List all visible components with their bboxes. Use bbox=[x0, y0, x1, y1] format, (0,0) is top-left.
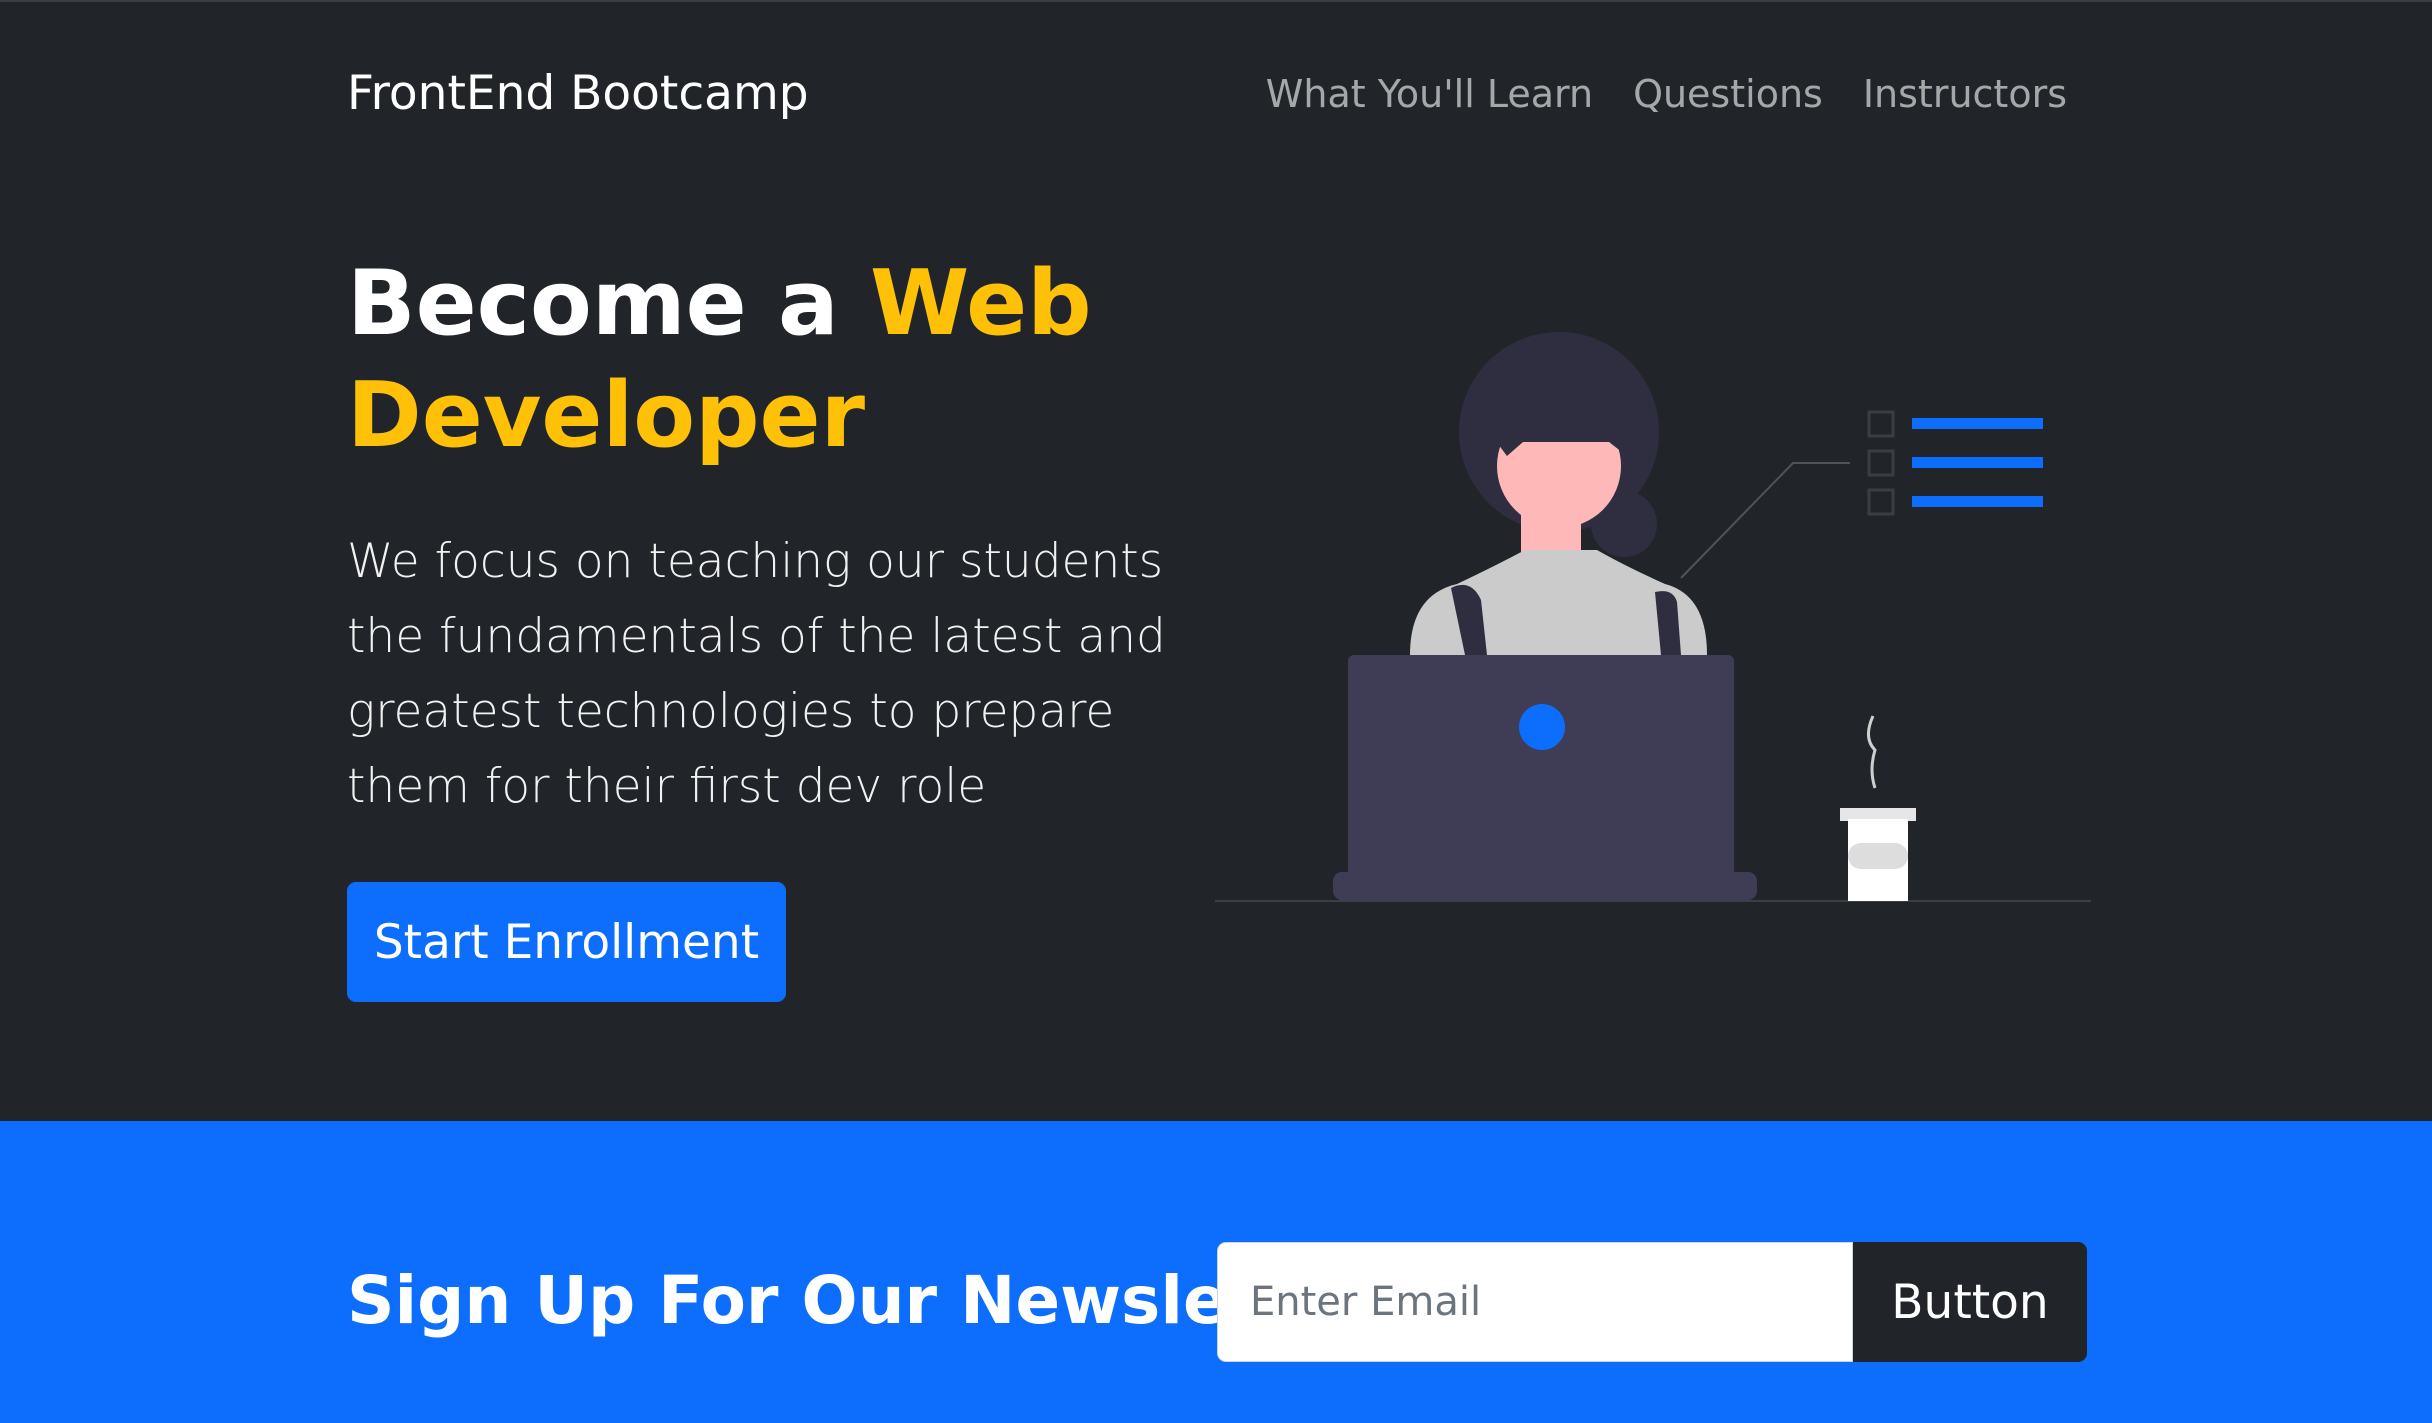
newsletter-form: Button bbox=[1217, 1242, 2087, 1362]
hero-headline: Become a Web Developer bbox=[347, 248, 1107, 472]
hero-section: FrontEnd Bootcamp What You'll Learn Ques… bbox=[0, 0, 2432, 1121]
newsletter-title: Sign Up For Our Newsletter bbox=[347, 1262, 1369, 1339]
headline-plain: Become a bbox=[347, 251, 871, 356]
coffee-cup-icon bbox=[1840, 715, 1916, 901]
newsletter-submit-button[interactable]: Button bbox=[1853, 1242, 2087, 1362]
nav-link-instructors[interactable]: Instructors bbox=[1863, 64, 2067, 124]
woman-at-laptop-illustration bbox=[1215, 332, 2091, 902]
page: FrontEnd Bootcamp What You'll Learn Ques… bbox=[0, 0, 2432, 1423]
navbar-brand[interactable]: FrontEnd Bootcamp bbox=[347, 64, 809, 124]
laptop-icon bbox=[1333, 655, 1757, 900]
hero-lead: We focus on teaching our students the fu… bbox=[347, 534, 1166, 814]
top-border bbox=[0, 0, 2432, 2]
start-enrollment-button[interactable]: Start Enrollment bbox=[347, 882, 786, 1002]
nav-link-what-youll-learn[interactable]: What You'll Learn bbox=[1266, 64, 1593, 124]
nav-link-questions[interactable]: Questions bbox=[1633, 64, 1823, 124]
woman-figure bbox=[1410, 332, 1707, 655]
email-input[interactable] bbox=[1217, 1242, 1853, 1362]
checklist-icon bbox=[1867, 410, 2043, 516]
navbar-links: What You'll Learn Questions Instructors bbox=[1266, 64, 2067, 124]
